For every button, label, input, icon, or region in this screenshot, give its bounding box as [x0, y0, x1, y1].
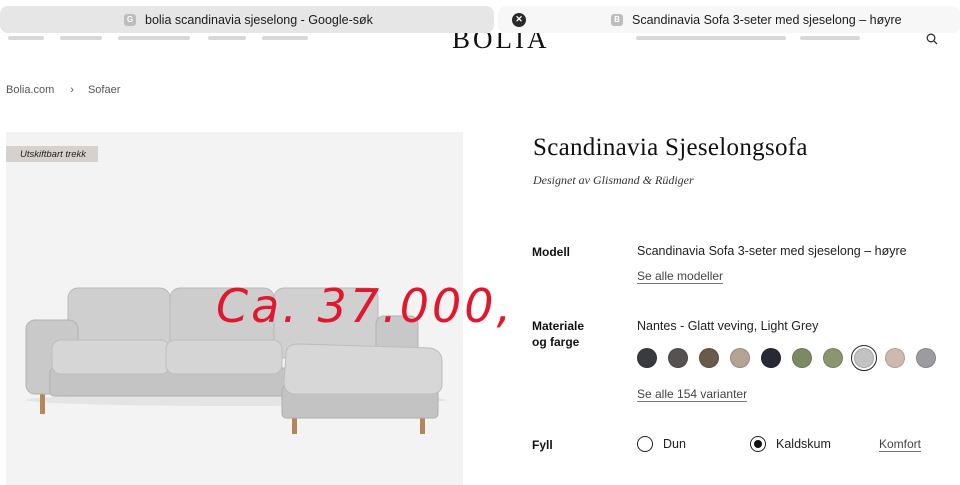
material-label-line2: og farge [532, 335, 580, 349]
product-title: Scandinavia Sjeselongsofa [533, 134, 808, 161]
color-swatch[interactable] [637, 348, 657, 368]
nav-link[interactable] [8, 36, 44, 40]
color-swatch[interactable] [761, 348, 781, 368]
svg-text:Ca. 37.000,-: Ca. 37.000,- [216, 279, 506, 333]
breadcrumb-sofas[interactable]: Sofaer [88, 84, 120, 96]
nav-link[interactable] [800, 36, 860, 40]
google-favicon-icon: G [124, 13, 136, 26]
fill-option-down[interactable]: Dun [637, 436, 686, 452]
radio-unchecked-icon[interactable] [637, 436, 653, 452]
nav-link[interactable] [60, 36, 102, 40]
color-swatch[interactable] [885, 348, 905, 368]
fill-option-label: Dun [663, 437, 686, 451]
color-swatch[interactable] [823, 348, 843, 368]
handwritten-price-note: Ca. 37.000,- [216, 279, 506, 333]
chevron-right-icon: › [70, 84, 74, 96]
color-swatch[interactable] [792, 348, 812, 368]
see-all-variants-link[interactable]: Se alle 154 varianter [637, 387, 747, 401]
bolia-logo[interactable]: BOLIA [452, 33, 550, 51]
nav-link[interactable] [262, 36, 308, 40]
material-value: Nantes - Glatt veving, Light Grey [637, 319, 819, 333]
radio-checked-icon[interactable] [750, 436, 766, 452]
browser-tab-bar: G bolia scandinavia sjeselong - Google-s… [0, 0, 960, 36]
product-designer: Designet av Glismand & Rüdiger [533, 173, 694, 187]
site-header: BOLIA [0, 33, 960, 51]
color-swatch-list [637, 345, 947, 371]
breadcrumb: Bolia.com › Sofaer [6, 84, 120, 96]
fill-option-label: Kaldskum [776, 437, 831, 451]
color-swatch[interactable] [730, 348, 750, 368]
material-label: Materiale og farge [532, 318, 584, 350]
fill-option-cold-foam[interactable]: Kaldskum [750, 436, 831, 452]
comfort-link[interactable]: Komfort [879, 437, 921, 451]
close-tab-icon[interactable]: ✕ [512, 12, 526, 27]
product-image[interactable]: Utskiftbart trekk Ca. 37.000,- [6, 132, 506, 485]
material-label-line1: Materiale [532, 319, 585, 333]
browser-tab-google-search[interactable]: G bolia scandinavia sjeselong - Google-s… [0, 6, 494, 33]
fill-label: Fyll [532, 438, 553, 452]
color-swatch[interactable] [916, 348, 936, 368]
breadcrumb-home[interactable]: Bolia.com [6, 84, 54, 96]
tab-title: Scandinavia Sofa 3-seter med sjeselong –… [632, 12, 902, 27]
color-swatch[interactable] [699, 348, 719, 368]
model-value: Scandinavia Sofa 3-seter med sjeselong –… [637, 244, 907, 258]
nav-link[interactable] [118, 36, 190, 40]
tab-title: bolia scandinavia sjeselong - Google-søk [145, 12, 373, 27]
nav-link[interactable] [636, 36, 786, 40]
model-label: Modell [532, 245, 570, 259]
color-swatch[interactable] [668, 348, 688, 368]
see-all-models-link[interactable]: Se alle modeller [637, 269, 723, 283]
search-icon[interactable] [926, 33, 938, 48]
bolia-favicon-icon: B [611, 13, 623, 26]
nav-link[interactable] [208, 36, 246, 40]
browser-tab-bolia-product[interactable]: ✕ B Scandinavia Sofa 3-seter med sjeselo… [498, 6, 960, 33]
color-swatch[interactable] [851, 345, 877, 371]
